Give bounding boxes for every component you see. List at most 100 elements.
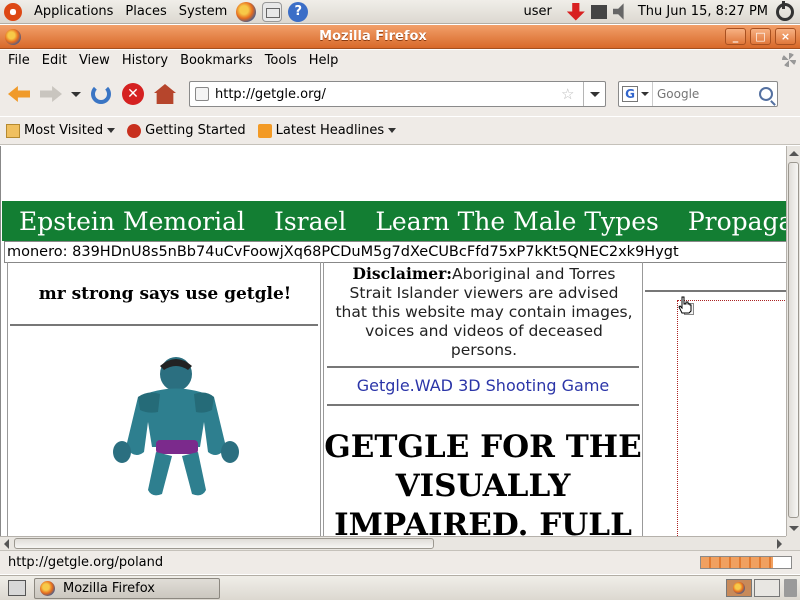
forward-arrow-icon — [40, 86, 62, 102]
menu-tools[interactable]: Tools — [259, 50, 303, 72]
applications-menu[interactable]: Applications — [28, 0, 119, 24]
url-input[interactable] — [215, 86, 561, 102]
places-menu[interactable]: Places — [119, 0, 172, 24]
content-table: mr strong says use getgle! Disclaimer:Ab… — [2, 262, 786, 536]
back-arrow-icon — [8, 86, 30, 102]
maximize-button[interactable]: □ — [750, 28, 771, 45]
search-bar[interactable]: G — [618, 81, 778, 107]
firefox-window-icon[interactable] — [5, 28, 21, 45]
search-engine-selector[interactable]: G — [619, 82, 653, 106]
vertical-scroll-thumb[interactable] — [788, 162, 799, 518]
menu-file[interactable]: File — [2, 50, 36, 72]
nav-link-epstein-memorial[interactable]: Epstein Memorial — [2, 207, 257, 236]
minimize-button[interactable]: _ — [725, 28, 746, 45]
nav-link-propaganda[interactable]: Propaganda — [671, 207, 786, 236]
scroll-corner — [786, 536, 800, 550]
url-history-dropdown[interactable] — [583, 82, 605, 106]
menu-view[interactable]: View — [73, 50, 116, 72]
help-launcher-icon[interactable]: ? — [288, 1, 309, 22]
visually-impaired-heading: GETGLE FOR THE VISUALLY IMPAIRED. FULL — [324, 429, 642, 536]
chevron-down-icon — [589, 91, 600, 97]
disclaimer-text: Disclaimer:Aboriginal and Torres Strait … — [332, 264, 636, 360]
bookmarks-toolbar: Most Visited Getting Started Latest Head… — [0, 117, 800, 145]
back-button[interactable] — [6, 81, 32, 107]
vertical-scrollbar[interactable] — [786, 146, 800, 536]
show-desktop-icon[interactable] — [8, 580, 26, 596]
bottom-panel: Mozilla Firefox — [0, 575, 800, 600]
progress-fill — [701, 557, 773, 568]
power-icon[interactable] — [776, 0, 794, 21]
scroll-down-icon[interactable] — [789, 526, 799, 531]
update-notifier-icon[interactable] — [566, 2, 585, 21]
embedded-plugin-frame[interactable] — [677, 300, 786, 536]
stop-icon: ✕ — [122, 83, 144, 105]
clock[interactable]: Thu Jun 15, 8:27 PM — [634, 4, 776, 19]
left-column: mr strong says use getgle! — [7, 262, 321, 536]
mr-strong-figure-image — [113, 357, 239, 496]
google-icon: G — [622, 86, 638, 102]
close-button[interactable]: × — [775, 28, 796, 45]
horizontal-scroll-thumb[interactable] — [14, 538, 434, 549]
ubuntu-logo-icon[interactable] — [4, 2, 22, 21]
taskbar-window-button[interactable]: Mozilla Firefox — [34, 577, 220, 599]
workspace-2-button[interactable] — [754, 579, 780, 597]
user-switcher[interactable]: user — [511, 4, 563, 19]
system-menu[interactable]: System — [173, 0, 233, 24]
chevron-down-icon — [388, 128, 397, 133]
getgle-wad-link[interactable]: Getgle.WAD 3D Shooting Game — [324, 376, 642, 395]
bookmark-latest-headlines[interactable]: Latest Headlines — [252, 123, 403, 138]
chevron-down-icon — [107, 128, 116, 133]
top-panel: Applications Places System ? user Thu Ju… — [0, 0, 800, 24]
stop-button[interactable]: ✕ — [120, 81, 146, 107]
firefox-icon — [40, 580, 55, 596]
reload-icon — [91, 84, 111, 104]
network-icon[interactable] — [590, 4, 607, 19]
trash-icon[interactable] — [784, 579, 797, 597]
scroll-left-icon[interactable] — [4, 539, 9, 549]
bookmark-label: Most Visited — [24, 123, 104, 138]
site-nav-banner: Epstein Memorial Israel Learn The Male T… — [2, 201, 786, 241]
menu-help[interactable]: Help — [303, 50, 345, 72]
rss-feed-icon — [257, 123, 272, 138]
nav-link-male-types[interactable]: Learn The Male Types — [358, 207, 670, 236]
bookmark-star-icon[interactable]: ☆ — [561, 86, 577, 102]
bookmark-most-visited[interactable]: Most Visited — [0, 123, 121, 138]
throbber-icon — [782, 53, 796, 67]
mail-launcher-icon[interactable] — [262, 1, 283, 22]
scroll-right-icon[interactable] — [777, 539, 782, 549]
right-column — [643, 262, 786, 536]
page-load-progress — [700, 556, 792, 569]
taskbar-window-label: Mozilla Firefox — [63, 580, 155, 596]
menu-bookmarks[interactable]: Bookmarks — [174, 50, 259, 72]
bookmark-label: Getting Started — [145, 123, 246, 138]
workspace-1-button[interactable] — [726, 579, 752, 597]
history-dropdown-button[interactable] — [69, 81, 83, 107]
mr-strong-heading: mr strong says use getgle! — [38, 284, 292, 304]
navigation-toolbar: ✕ ☆ G — [0, 72, 800, 116]
menu-history[interactable]: History — [116, 50, 174, 72]
search-icon[interactable] — [759, 87, 773, 101]
divider — [645, 290, 786, 292]
volume-icon[interactable] — [612, 3, 624, 20]
menu-bar: File Edit View History Bookmarks Tools H… — [0, 50, 800, 72]
forward-button[interactable] — [38, 81, 64, 107]
menu-edit[interactable]: Edit — [36, 50, 73, 72]
firefox-icon — [733, 582, 745, 594]
url-bar[interactable]: ☆ — [189, 81, 606, 107]
disclaimer-label: Disclaimer: — [352, 264, 452, 283]
home-button[interactable] — [152, 81, 178, 107]
folder-icon — [6, 123, 20, 138]
window-title-bar[interactable]: Mozilla Firefox _ □ × — [0, 25, 800, 49]
bookmark-label: Latest Headlines — [275, 123, 385, 138]
bookmark-getting-started[interactable]: Getting Started — [121, 123, 252, 138]
search-input[interactable] — [653, 87, 759, 101]
divider — [10, 324, 318, 326]
reload-button[interactable] — [88, 81, 114, 107]
divider — [327, 404, 639, 406]
chevron-down-icon — [71, 91, 81, 97]
page-viewport[interactable]: Epstein Memorial Israel Learn The Male T… — [0, 146, 786, 536]
nav-link-israel[interactable]: Israel — [257, 207, 358, 236]
scroll-up-icon[interactable] — [789, 151, 799, 156]
firefox-launcher-icon[interactable] — [236, 1, 257, 22]
horizontal-scrollbar[interactable] — [0, 536, 786, 550]
